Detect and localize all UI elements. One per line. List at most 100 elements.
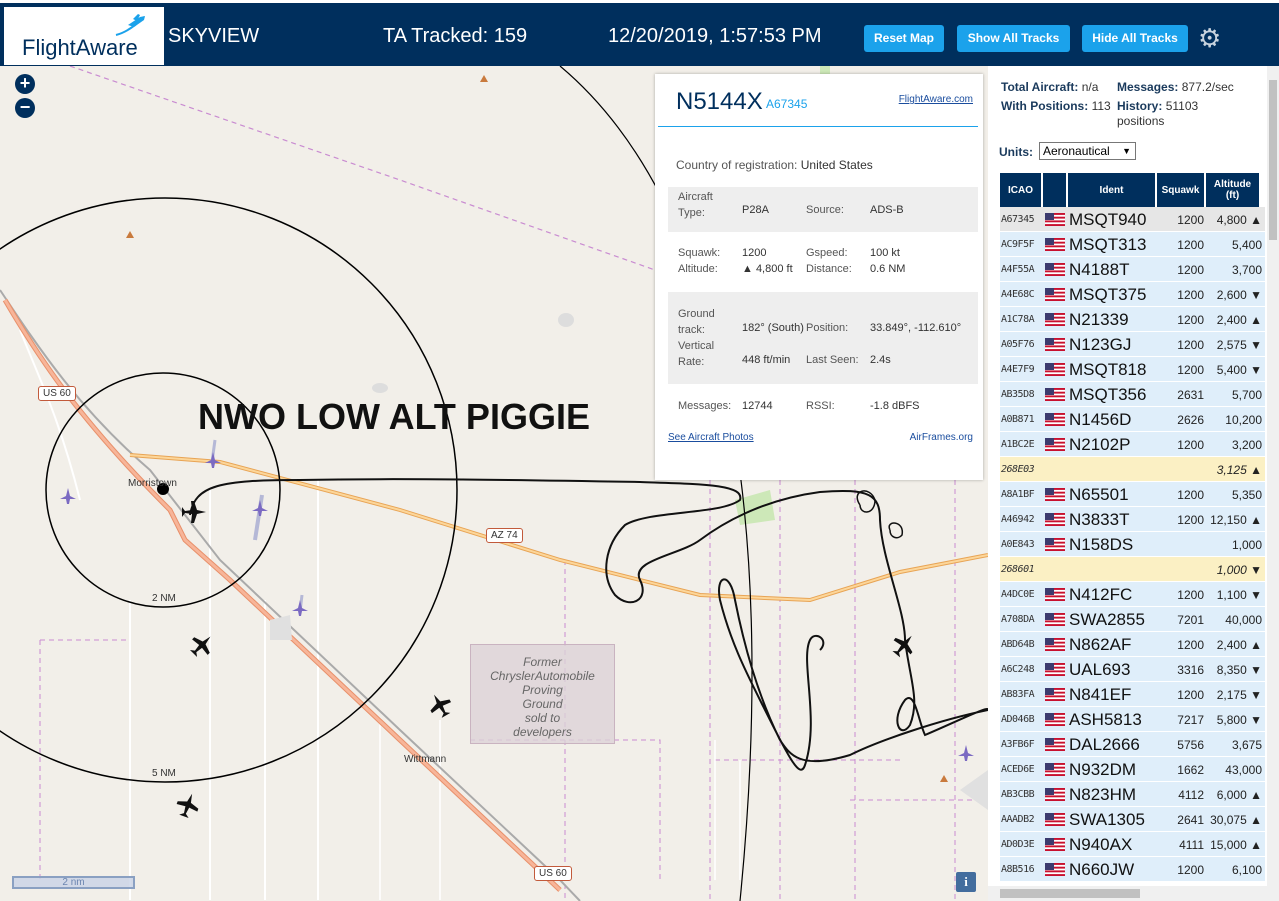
us-flag-icon <box>1045 363 1065 376</box>
col-flag[interactable] <box>1043 173 1067 207</box>
table-row[interactable]: A708DA SWA2855 7201 40,000 <box>1000 607 1265 632</box>
vertical-scroll-thumb[interactable] <box>1269 80 1277 240</box>
detail-icao[interactable]: A67345 <box>766 97 807 111</box>
aircraft-detail-panel: N5144X A67345 FlightAware.com Country of… <box>655 74 983 480</box>
table-row[interactable]: AB35D8 MSQT356 2631 5,700 <box>1000 382 1265 407</box>
app-title: SKYVIEW <box>168 25 260 47</box>
table-row[interactable]: AB3CBB N823HM 4112 6,000 ▲ <box>1000 782 1265 807</box>
detail-ident: N5144X <box>676 88 763 115</box>
hide-all-tracks-button[interactable]: Hide All Tracks <box>1082 25 1188 52</box>
us-flag-icon <box>1045 413 1065 426</box>
cell-altitude: 40,000 <box>1225 613 1262 627</box>
table-row[interactable]: AD046B ASH5813 7217 5,800 ▼ <box>1000 707 1265 732</box>
col-ident[interactable]: Ident <box>1068 173 1156 207</box>
cell-ident: N932DM <box>1069 760 1137 779</box>
cell-squawk: 2631 <box>1177 388 1204 402</box>
table-row[interactable]: A4E7F9 MSQT818 1200 5,400 ▼ <box>1000 357 1265 382</box>
detail-divider <box>658 126 978 127</box>
table-row[interactable]: A4F55A N4188T 1200 3,700 <box>1000 257 1265 282</box>
table-row[interactable]: A8A1BF N65501 1200 5,350 <box>1000 482 1265 507</box>
scale-bar: 2 nm <box>12 876 135 889</box>
stat-messages: Messages: 877.2/sec <box>1117 80 1234 94</box>
table-row[interactable]: A1C78A N21339 1200 2,400 ▲ <box>1000 307 1265 332</box>
table-row[interactable]: ACED6E N932DM 1662 43,000 <box>1000 757 1265 782</box>
table-row[interactable]: A4E68C MSQT375 1200 2,600 ▼ <box>1000 282 1265 307</box>
table-row[interactable]: A6C248 UAL693 3316 8,350 ▼ <box>1000 657 1265 682</box>
cell-squawk: 7201 <box>1177 613 1204 627</box>
flightaware-link[interactable]: FlightAware.com <box>899 94 973 105</box>
shield-us60-b: US 60 <box>534 866 572 881</box>
cell-altitude: 5,350 <box>1231 488 1262 502</box>
cell-icao: A05F76 <box>1001 339 1035 350</box>
detail-track-block: Ground track: 182° (South) Position: 33.… <box>668 292 978 384</box>
cell-icao: AB35D8 <box>1001 389 1035 400</box>
cell-ident: N841EF <box>1069 685 1132 704</box>
cell-altitude: 3,125 ▲ <box>1216 463 1262 477</box>
cell-squawk: 1662 <box>1177 763 1204 777</box>
table-row[interactable]: A8B516 N660JW 1200 6,100 <box>1000 857 1265 882</box>
detail-type-block: Aircraft Type: P28A Source: ADS-B <box>668 187 978 232</box>
reset-map-button[interactable]: Reset Map <box>864 25 944 52</box>
cell-altitude: 1,000 ▼ <box>1216 563 1262 577</box>
table-row[interactable]: AD0D3E N940AX 4111 15,000 ▲ <box>1000 832 1265 857</box>
table-row[interactable]: AB83FA N841EF 1200 2,175 ▼ <box>1000 682 1265 707</box>
us-flag-icon <box>1045 313 1065 326</box>
table-row[interactable]: AAADB2 SWA1305 2641 30,075 ▲ <box>1000 807 1265 832</box>
cell-squawk: 2641 <box>1177 813 1204 827</box>
top-bar: FlightAware SKYVIEW TA Tracked: 159 12/2… <box>0 0 1279 66</box>
shield-us60-a: US 60 <box>38 386 76 401</box>
col-icao[interactable]: ICAO <box>1000 173 1042 207</box>
table-row[interactable]: A0E843 N158DS 1,000 <box>1000 532 1265 557</box>
table-row[interactable]: ABD64B N862AF 1200 2,400 ▲ <box>1000 632 1265 657</box>
gear-icon[interactable]: ⚙ <box>1198 23 1221 54</box>
table-row[interactable]: A46942 N3833T 1200 12,150 ▲ <box>1000 507 1265 532</box>
cell-squawk: 1200 <box>1177 488 1204 502</box>
cell-icao: AD0D3E <box>1001 839 1035 850</box>
cell-squawk: 1200 <box>1177 213 1204 227</box>
table-row[interactable]: A67345 MSQT940 1200 4,800 ▲ <box>1000 207 1265 232</box>
table-row[interactable]: A0B871 N1456D 2626 10,200 <box>1000 407 1265 432</box>
show-all-tracks-button[interactable]: Show All Tracks <box>957 25 1070 52</box>
horizontal-scroll-thumb[interactable] <box>1000 889 1140 898</box>
table-row[interactable]: A3FB6F DAL2666 5756 3,675 <box>1000 732 1265 757</box>
us-flag-icon <box>1045 388 1065 401</box>
logo-text: FlightAware <box>22 35 138 60</box>
cell-squawk: 1200 <box>1177 438 1204 452</box>
cell-altitude: 30,075 ▲ <box>1210 813 1262 827</box>
cell-squawk: 1200 <box>1177 588 1204 602</box>
zoom-out-button[interactable]: − <box>15 98 35 118</box>
table-row[interactable]: 268601 1,000 ▼ <box>1000 557 1265 582</box>
cell-icao: A4F55A <box>1001 264 1035 275</box>
cell-ident: SWA1305 <box>1069 810 1145 829</box>
col-squawk[interactable]: Squawk <box>1157 173 1205 207</box>
cell-altitude: 10,200 <box>1225 413 1262 427</box>
col-altitude[interactable]: Altitude (ft) <box>1206 173 1260 207</box>
cell-altitude: 4,800 ▲ <box>1216 213 1262 227</box>
cell-squawk: 5756 <box>1177 738 1204 752</box>
table-row[interactable]: 268E03 3,125 ▲ <box>1000 457 1265 482</box>
cell-icao: A0B871 <box>1001 414 1035 425</box>
cell-icao: A0E843 <box>1001 539 1035 550</box>
table-row[interactable]: A4DC0E N412FC 1200 1,100 ▼ <box>1000 582 1265 607</box>
detail-squawk-block: Squawk: 1200 Gspeed: 100 kt Altitude: ▲ … <box>678 247 906 275</box>
table-row[interactable]: A05F76 N123GJ 1200 2,575 ▼ <box>1000 332 1265 357</box>
table-row[interactable]: A1BC2E N2102P 1200 3,200 <box>1000 432 1265 457</box>
cell-icao: AB3CBB <box>1001 789 1035 800</box>
cell-altitude: 2,600 ▼ <box>1216 288 1262 302</box>
info-button[interactable]: i <box>956 872 976 892</box>
us-flag-icon <box>1045 513 1065 526</box>
table-row[interactable]: AC9F5F MSQT313 1200 5,400 <box>1000 232 1265 257</box>
zoom-in-button[interactable]: + <box>15 74 35 94</box>
flightaware-logo[interactable]: FlightAware <box>4 7 164 65</box>
us-flag-icon <box>1045 713 1065 726</box>
aircraft-photos-link[interactable]: See Aircraft Photos <box>668 432 754 443</box>
cell-icao: A708DA <box>1001 614 1035 625</box>
cell-icao: AB83FA <box>1001 689 1035 700</box>
us-flag-icon <box>1045 263 1065 276</box>
label-morristown: Morristown <box>128 478 177 489</box>
units-select[interactable]: Aeronautical ▼ <box>1039 142 1136 160</box>
proving-ground-label: Former ChryslerAutomobile Proving Ground… <box>470 644 615 744</box>
cell-squawk: 1200 <box>1177 238 1204 252</box>
cell-ident: MSQT940 <box>1069 210 1147 229</box>
airframes-link[interactable]: AirFrames.org <box>910 432 973 443</box>
